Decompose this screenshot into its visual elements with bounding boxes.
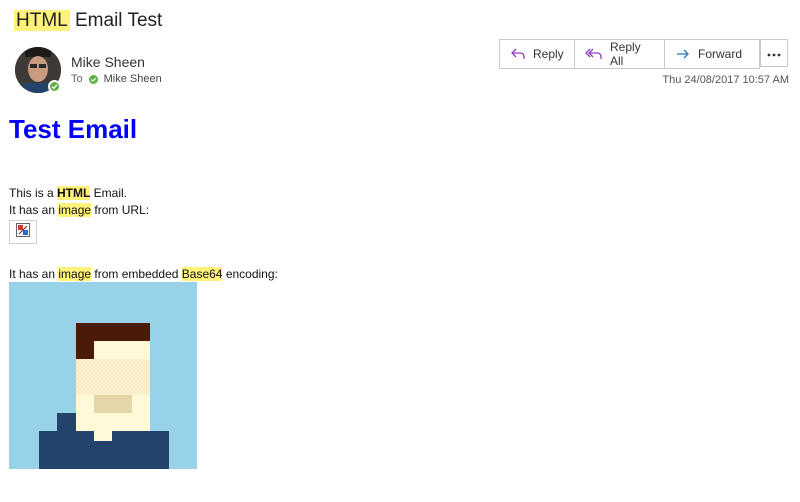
recipient-row: To Mike Sheen [71,73,162,85]
line2-highlight: image [58,203,92,217]
line3-highlight-image: image [58,267,92,281]
timestamp: Thu 24/08/2017 10:57 AM [662,74,789,86]
line3-tail: encoding: [222,267,278,281]
line3-mid: from embedded [91,267,182,281]
reply-all-button[interactable]: Reply All [575,40,665,68]
body-line-2: It has an image from URL: [9,201,149,219]
broken-image-placeholder[interactable] [9,220,37,244]
line1-text: This is a [9,186,58,200]
embedded-base64-image [9,282,197,469]
subject-text: Email Test [69,10,163,31]
to-label: To [71,73,83,85]
broken-image-icon [16,222,30,242]
recipient-presence-icon [88,74,98,84]
message-heading: Test Email [9,114,138,144]
email-subject: HTML Email Test [14,10,162,32]
more-icon [767,44,781,62]
line2-tail: from URL: [91,203,150,217]
reply-button[interactable]: Reply [500,40,575,68]
line2-text: It has an [9,203,59,217]
reply-label: Reply [533,47,564,61]
body-line-3: It has an image from embedded Base64 enc… [9,265,278,283]
more-actions-button[interactable] [760,39,788,67]
message-body: Test Email [9,112,789,146]
forward-label: Forward [698,47,743,61]
body-line-1: This is a HTML Email. [9,184,127,202]
reply-icon [510,47,526,61]
line1-tail: Email. [90,186,128,200]
presence-available-icon [48,80,61,93]
reply-all-icon [585,47,603,61]
line1-bold: HTML [57,186,91,200]
recipient-name[interactable]: Mike Sheen [104,73,162,85]
line3-highlight-base64: Base64 [181,267,223,281]
line3-text: It has an [9,267,59,281]
forward-button[interactable]: Forward [665,40,759,68]
reply-all-label: Reply All [610,40,641,68]
subject-highlight: HTML [14,10,70,31]
message-actions: Reply Reply All Forward [499,39,760,69]
forward-icon [675,47,691,61]
sender-name[interactable]: Mike Sheen [71,54,145,70]
